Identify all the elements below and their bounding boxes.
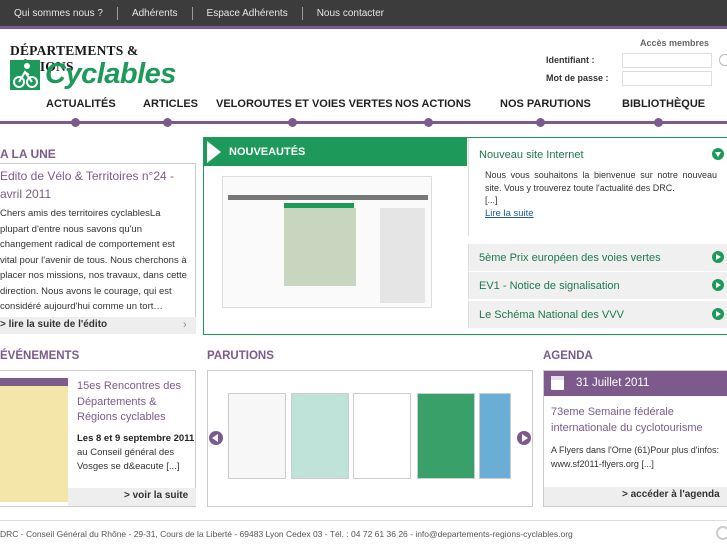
carousel-prev-icon[interactable] <box>209 431 223 445</box>
event-poster-header <box>0 378 68 386</box>
calendar-icon <box>551 376 564 390</box>
publication-cover[interactable] <box>353 393 411 479</box>
event-title[interactable]: 15es Rencontres des Départements & Régio… <box>77 379 192 426</box>
agenda-title: AGENDA <box>543 350 593 362</box>
news-item-text: Nous vous souhaitons la bienvenue sur no… <box>485 170 717 193</box>
members-title: Accès membres <box>640 38 710 48</box>
footer-circle-icon[interactable] <box>716 526 727 540</box>
nav-dot <box>424 118 433 127</box>
nav-veloroutes[interactable]: VELOROUTES ET VOIES VERTES <box>216 98 393 110</box>
agenda-event-title[interactable]: 73eme Semaine fédérale internationale du… <box>551 405 721 436</box>
preview-sidebar <box>380 208 425 303</box>
topnav-espace-adherents[interactable]: Espace Adhérents <box>193 6 303 20</box>
parutions-title: PARUTIONS <box>207 350 274 362</box>
event-poster-image[interactable] <box>0 378 68 502</box>
site-logo[interactable]: DÉPARTEMENTS & RÉGIONS Cyclables <box>10 43 180 93</box>
main-navigation: ACTUALITÉS ARTICLES VELOROUTES ET VOIES … <box>0 98 727 118</box>
event-date: Les 8 et 9 septembre 2011 <box>77 433 195 444</box>
agenda-more-link[interactable]: > accéder à l'agenda <box>622 489 720 500</box>
edito-text: Chers amis des territoires cyclablesLa p… <box>0 208 187 328</box>
cyclist-logo-icon <box>10 60 40 90</box>
chevron-right-icon[interactable] <box>712 251 724 263</box>
publication-cover[interactable] <box>291 393 349 479</box>
nav-articles[interactable]: ARTICLES <box>143 98 198 110</box>
nav-bibliotheque[interactable]: BIBLIOTHÈQUE <box>622 98 705 110</box>
nav-dot <box>163 118 172 127</box>
alaune-title: A LA UNE <box>0 147 56 161</box>
login-input[interactable] <box>622 53 712 68</box>
carousel-next-icon[interactable] <box>517 431 531 445</box>
nav-dot <box>536 118 545 127</box>
news-item-label[interactable]: Le Schéma National des VVV <box>479 309 624 321</box>
news-readmore-link[interactable]: Lire la suite <box>485 208 534 219</box>
nouveautes-title: NOUVEAUTÉS <box>229 146 306 158</box>
publication-cover[interactable] <box>479 393 511 479</box>
news-item-label[interactable]: 5ème Prix européen des voies vertes <box>479 252 661 264</box>
password-input[interactable] <box>622 71 712 86</box>
news-item-ellipsis: [...] <box>485 195 498 205</box>
news-item-title[interactable]: Nouveau site Internet <box>479 149 584 161</box>
publication-cover[interactable] <box>417 393 475 479</box>
nav-nos-actions[interactable]: NOS ACTIONS <box>395 98 471 110</box>
chevron-right-icon: › <box>183 319 187 331</box>
nav-dot <box>71 118 80 127</box>
preview-map <box>284 208 356 286</box>
nav-actualites[interactable]: ACTUALITÉS <box>46 98 116 110</box>
edito-readmore-link[interactable]: > lire la suite de l'édito <box>0 319 107 330</box>
footer-divider <box>0 520 727 521</box>
logo-line2: Cyclables <box>45 58 176 90</box>
chevron-down-icon[interactable] <box>712 148 724 160</box>
nav-divider <box>0 121 727 124</box>
agenda-event-text: A Flyers dans l'Orne (61)Pour plus d'inf… <box>551 445 720 469</box>
chevron-right-icon[interactable] <box>712 279 724 291</box>
top-navigation: Qui sommes nous ? Adhérents Espace Adhér… <box>0 0 727 26</box>
news-item-label[interactable]: EV1 - Notice de signalisation <box>479 280 620 292</box>
event-more-link[interactable]: > voir la suite <box>124 490 188 501</box>
footer-text: DRC - Conseil Général du Rhône - 29-31, … <box>0 529 573 539</box>
top-divider <box>0 26 727 29</box>
edito-title[interactable]: Edito de Vélo & Territoires n°24 - avril… <box>0 167 185 203</box>
play-arrow-icon <box>207 141 221 163</box>
topnav-nous-contacter[interactable]: Nous contacter <box>303 7 398 20</box>
event-text: au Conseil général des Vosges se d&eacut… <box>77 447 180 472</box>
topnav-qui-sommes-nous[interactable]: Qui sommes nous ? <box>0 6 118 20</box>
events-title: ÉVÉNEMENTS <box>0 350 80 362</box>
nav-nos-parutions[interactable]: NOS PARUTIONS <box>500 98 591 110</box>
topnav-adherents[interactable]: Adhérents <box>118 6 193 20</box>
login-submit-button[interactable] <box>719 54 727 66</box>
chevron-right-icon[interactable] <box>712 308 724 320</box>
agenda-date: 31 Juillet 2011 <box>576 377 650 389</box>
nav-dot <box>654 118 663 127</box>
nav-dot <box>288 118 297 127</box>
login-label: Identifiant : <box>546 55 595 65</box>
publication-cover[interactable] <box>228 393 286 479</box>
preview-nav-bar <box>228 195 428 200</box>
password-label: Mot de passe : <box>546 73 609 83</box>
